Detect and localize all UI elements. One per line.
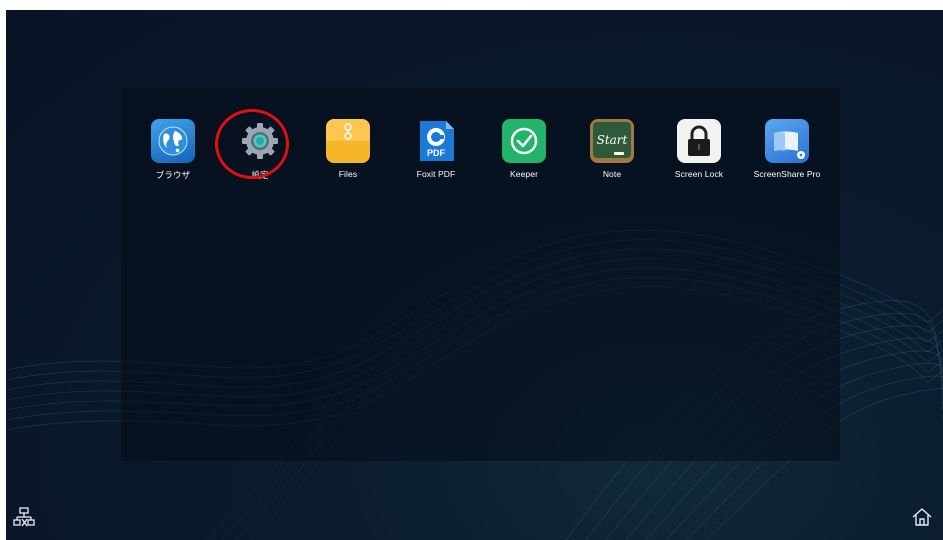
screenshare-icon [765, 119, 809, 163]
globe-icon [151, 119, 195, 163]
app-label: Keeper [509, 169, 538, 179]
app-label: Files [338, 169, 358, 179]
app-browser[interactable]: ブラウザ [130, 119, 216, 185]
app-label: Note [602, 169, 622, 179]
app-label: Screen Lock [674, 169, 724, 179]
network-disconnected-icon[interactable] [13, 506, 35, 528]
home-icon[interactable] [911, 506, 933, 528]
highlight-circle [215, 109, 289, 179]
app-label: ブラウザ [155, 170, 191, 180]
desktop-screen [6, 10, 943, 540]
app-label: ScreenShare Pro [753, 169, 821, 179]
app-screen-lock[interactable]: Screen Lock [656, 119, 742, 185]
folder-icon [326, 119, 370, 163]
app-files[interactable]: Files [305, 119, 391, 185]
svg-text:PDF: PDF [427, 148, 446, 158]
app-screenshare-pro[interactable]: ScreenShare Pro [744, 119, 830, 185]
app-keeper[interactable]: Keeper [481, 119, 567, 185]
keeper-icon [502, 119, 546, 163]
app-foxit-pdf[interactable]: PDF Foxit PDF [393, 119, 479, 185]
chalkboard-icon: Start [590, 119, 634, 163]
app-label: Foxit PDF [416, 169, 456, 179]
app-note[interactable]: Start Note [569, 119, 655, 185]
padlock-icon [677, 119, 721, 163]
note-icon-text: Start [597, 133, 628, 147]
foxit-pdf-icon: PDF [414, 119, 458, 163]
